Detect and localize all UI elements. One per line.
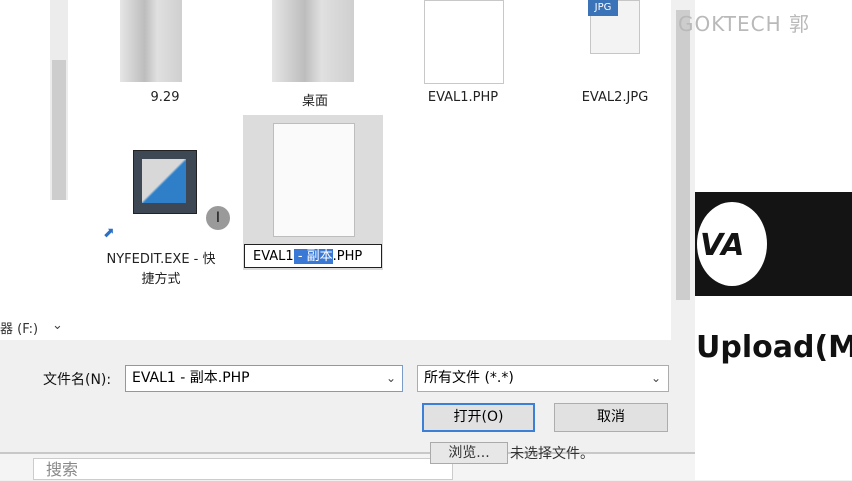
rename-input[interactable]: EVAL1 - 副本.PHP — [244, 244, 382, 268]
file-label-nyfedit-line2[interactable]: 捷方式 — [96, 268, 226, 287]
file-label-desktop[interactable]: 桌面 — [280, 90, 350, 109]
navigation-scrollbar-thumb[interactable] — [52, 60, 66, 200]
chevron-down-icon[interactable]: ⌄ — [380, 365, 402, 392]
rename-selected-text: - 副本 — [293, 249, 333, 264]
file-label-eval1[interactable]: EVAL1.PHP — [418, 90, 508, 105]
watermark: GOKTECH 郭 — [678, 12, 811, 36]
jpg-badge: JPG — [588, 0, 618, 16]
chevron-down-icon[interactable]: ⌄ — [645, 365, 667, 392]
file-label-929[interactable]: 9.29 — [130, 90, 200, 105]
no-file-selected-text: 未选择文件。 — [510, 446, 594, 462]
text-cursor-indicator-icon: I — [206, 206, 230, 230]
rename-suffix: .PHP — [332, 249, 363, 264]
search-input[interactable]: 搜索 — [33, 458, 453, 480]
file-view-scrollbar-thumb[interactable] — [676, 10, 690, 300]
background-logo-text: VA — [700, 228, 745, 263]
file-thumbnail-929[interactable] — [120, 0, 182, 82]
nyfedit-logo-icon — [142, 159, 186, 203]
file-thumbnail-desktop[interactable] — [272, 0, 354, 82]
open-button[interactable]: 打开(O) — [422, 403, 535, 432]
chevron-down-icon[interactable]: ⌄ — [52, 318, 63, 333]
file-icon-eval1[interactable] — [424, 0, 504, 84]
filename-label: 文件名(N): — [43, 372, 112, 388]
nav-item-drive-f[interactable]: 器 (F:) — [0, 318, 38, 337]
filename-input[interactable]: EVAL1 - 副本.PHP — [125, 365, 403, 392]
new-file-document-icon[interactable] — [273, 123, 355, 237]
rename-prefix: EVAL1 — [253, 249, 294, 264]
background-upload-heading: Upload(M — [696, 330, 852, 365]
shortcut-arrow-icon: ⬈ — [103, 225, 115, 241]
file-label-eval2[interactable]: EVAL2.JPG — [570, 90, 660, 105]
file-label-nyfedit-line1[interactable]: NYFEDIT.EXE - 快 — [96, 248, 226, 267]
file-type-select[interactable]: 所有文件 (*.*) — [417, 365, 669, 392]
cancel-button[interactable]: 取消 — [554, 403, 668, 432]
browse-button[interactable]: 浏览... — [430, 442, 508, 464]
